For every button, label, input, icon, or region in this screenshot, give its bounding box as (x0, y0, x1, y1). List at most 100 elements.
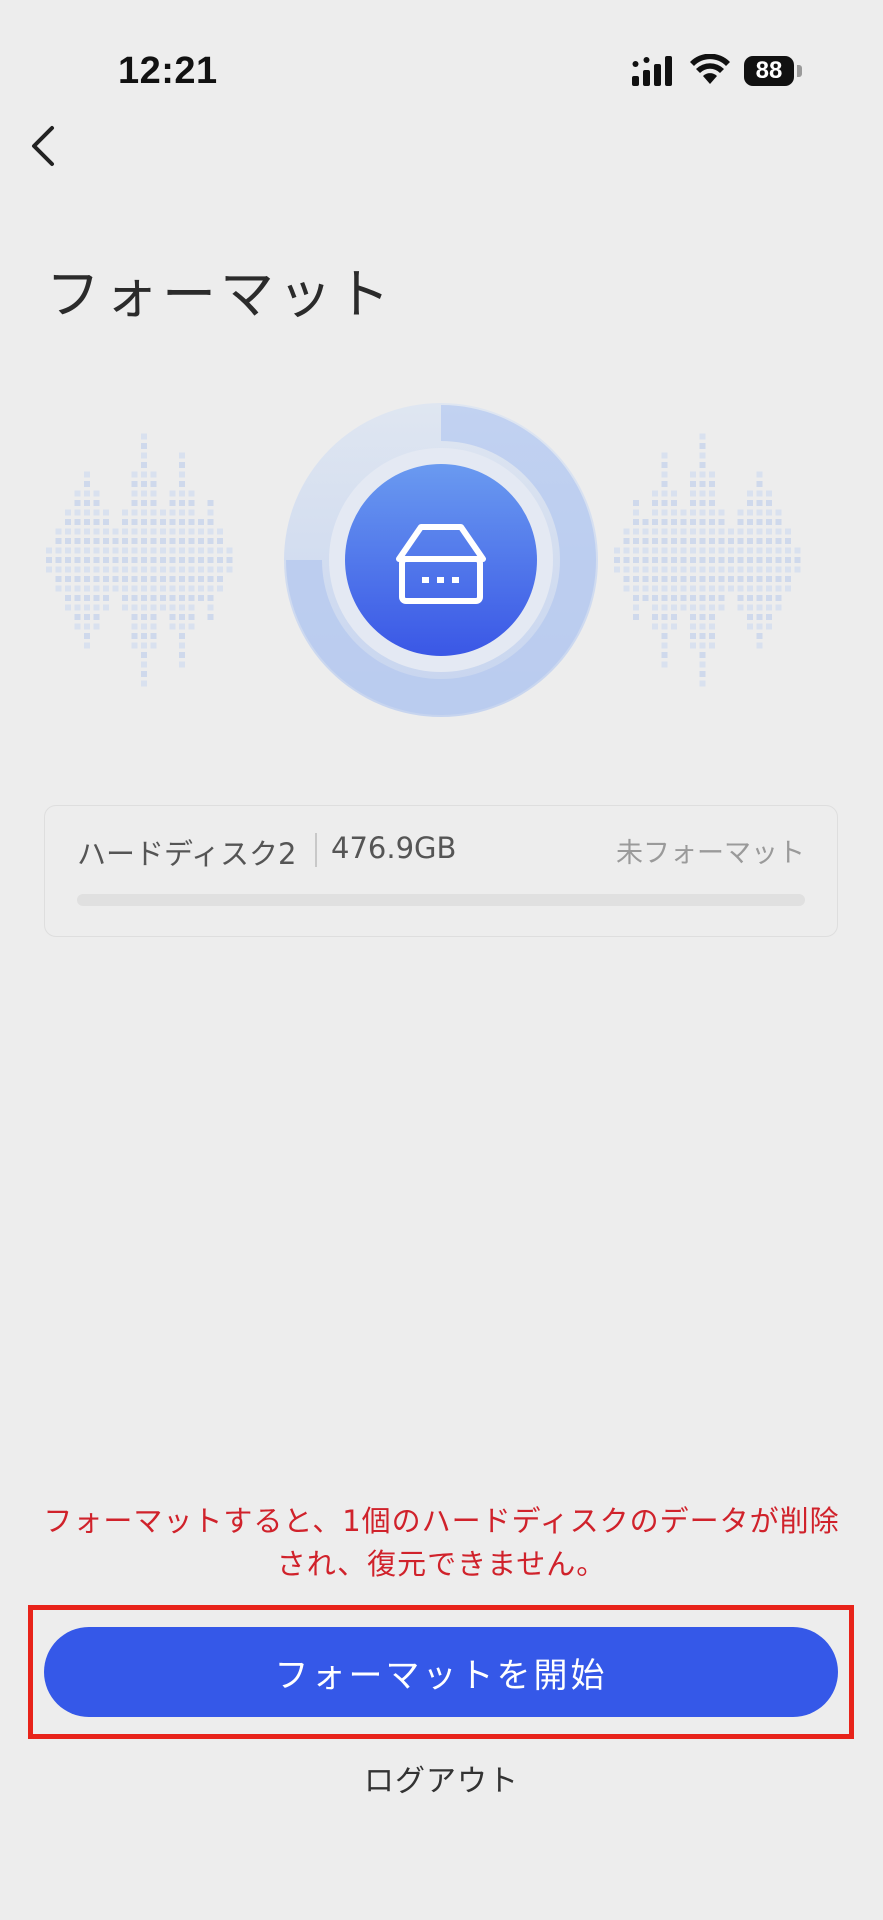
wave-dot (179, 595, 185, 601)
wave-dot (642, 585, 649, 592)
wave-dot (198, 547, 204, 554)
wave-dot (131, 566, 138, 573)
wave-dot (179, 519, 185, 525)
wave-dot (671, 566, 677, 573)
wave-dot (699, 661, 706, 668)
wave-dot (680, 585, 687, 592)
wave-dot (207, 528, 214, 535)
wave-dot (198, 566, 204, 573)
wave-dot (661, 519, 668, 525)
wave-dot (737, 557, 744, 563)
wave-dot (699, 547, 706, 554)
wave-dot (680, 509, 687, 516)
back-button[interactable] (22, 118, 72, 174)
wave-dot (46, 566, 52, 573)
wave-dot (84, 585, 90, 592)
wave-dot (614, 547, 620, 554)
wave-dot (652, 604, 658, 611)
wave-dot (709, 500, 715, 506)
wave-dot (699, 452, 706, 459)
wave-dot (160, 509, 166, 516)
wave-dot (690, 623, 696, 630)
wave-dot (766, 623, 772, 630)
wave-dot (55, 585, 62, 592)
wave-dot (737, 595, 744, 601)
wave-dot (785, 538, 791, 544)
wave-dot (131, 471, 138, 478)
wave-dot (169, 490, 176, 497)
wave-dot (775, 547, 782, 554)
wave-dot (169, 623, 176, 630)
wave-dot (699, 443, 706, 449)
wave-dot (74, 547, 81, 554)
wave-dot (226, 557, 233, 563)
wave-dot (699, 595, 706, 601)
wave-dot (93, 595, 100, 601)
wave-dot (718, 595, 725, 601)
disk-name: ハードディスク2 (77, 837, 297, 871)
wave-dot (179, 566, 185, 573)
wave-dot (84, 547, 90, 554)
wave-dot (766, 547, 772, 554)
wave-dot (680, 576, 687, 582)
wave-dot (169, 509, 176, 516)
wave-dot (747, 528, 753, 535)
wave-dot (775, 538, 782, 544)
wave-dot (74, 557, 81, 563)
wave-dot (661, 633, 668, 639)
wave-dot (737, 538, 744, 544)
wave-dot (131, 642, 138, 649)
wave-dot (642, 519, 649, 525)
start-format-button[interactable]: フォーマットを開始 (44, 1627, 838, 1717)
wave-dot (728, 585, 734, 592)
wave-dot (680, 595, 687, 601)
wave-dot (141, 595, 147, 601)
wave-dot (169, 614, 176, 620)
wave-dot (207, 614, 214, 620)
wave-dot (122, 604, 128, 611)
warning-message: フォーマットすると、1個のハードディスクのデータが削除され、復元できません。 (43, 1504, 840, 1581)
wave-dot (766, 519, 772, 525)
wave-dot (699, 557, 706, 563)
wave-dot (84, 471, 90, 478)
wave-dot (179, 500, 185, 506)
wave-dot (661, 585, 668, 592)
wifi-icon (690, 54, 730, 84)
wave-dot (690, 557, 696, 563)
wave-dot (699, 538, 706, 544)
wave-dot (217, 538, 223, 544)
wave-dot (709, 604, 715, 611)
wave-dot (141, 585, 147, 592)
wave-dot (680, 519, 687, 525)
wave-dot (699, 585, 706, 592)
wave-dot (661, 614, 668, 620)
wave-dot (150, 557, 157, 563)
wave-dot (747, 557, 753, 563)
wave-dot (179, 538, 185, 544)
logout-link[interactable]: ログアウト (0, 1756, 883, 1800)
wave-dot (150, 604, 157, 611)
wave-dot (785, 547, 791, 554)
wave-dot (661, 462, 668, 468)
wave-dot (160, 547, 166, 554)
wave-dot (671, 500, 677, 506)
wave-dot (747, 538, 753, 544)
wave-dot (150, 509, 157, 516)
wave-dot (718, 576, 725, 582)
wave-dot (652, 595, 658, 601)
wave-dot (633, 595, 639, 601)
wave-dot (84, 576, 90, 582)
wave-dot (198, 538, 204, 544)
wave-dot (690, 519, 696, 525)
wave-dot (93, 585, 100, 592)
wave-dot (198, 595, 204, 601)
wave-dot (188, 538, 195, 544)
wave-dot (718, 528, 725, 535)
wave-dot (84, 500, 90, 506)
wave-dot (690, 471, 696, 478)
disk-size: 476.9GB (331, 831, 457, 865)
hard-disk-led-dots (422, 577, 459, 583)
wave-dot (93, 490, 100, 497)
wave-dot (131, 604, 138, 611)
wave-dot (699, 642, 706, 649)
